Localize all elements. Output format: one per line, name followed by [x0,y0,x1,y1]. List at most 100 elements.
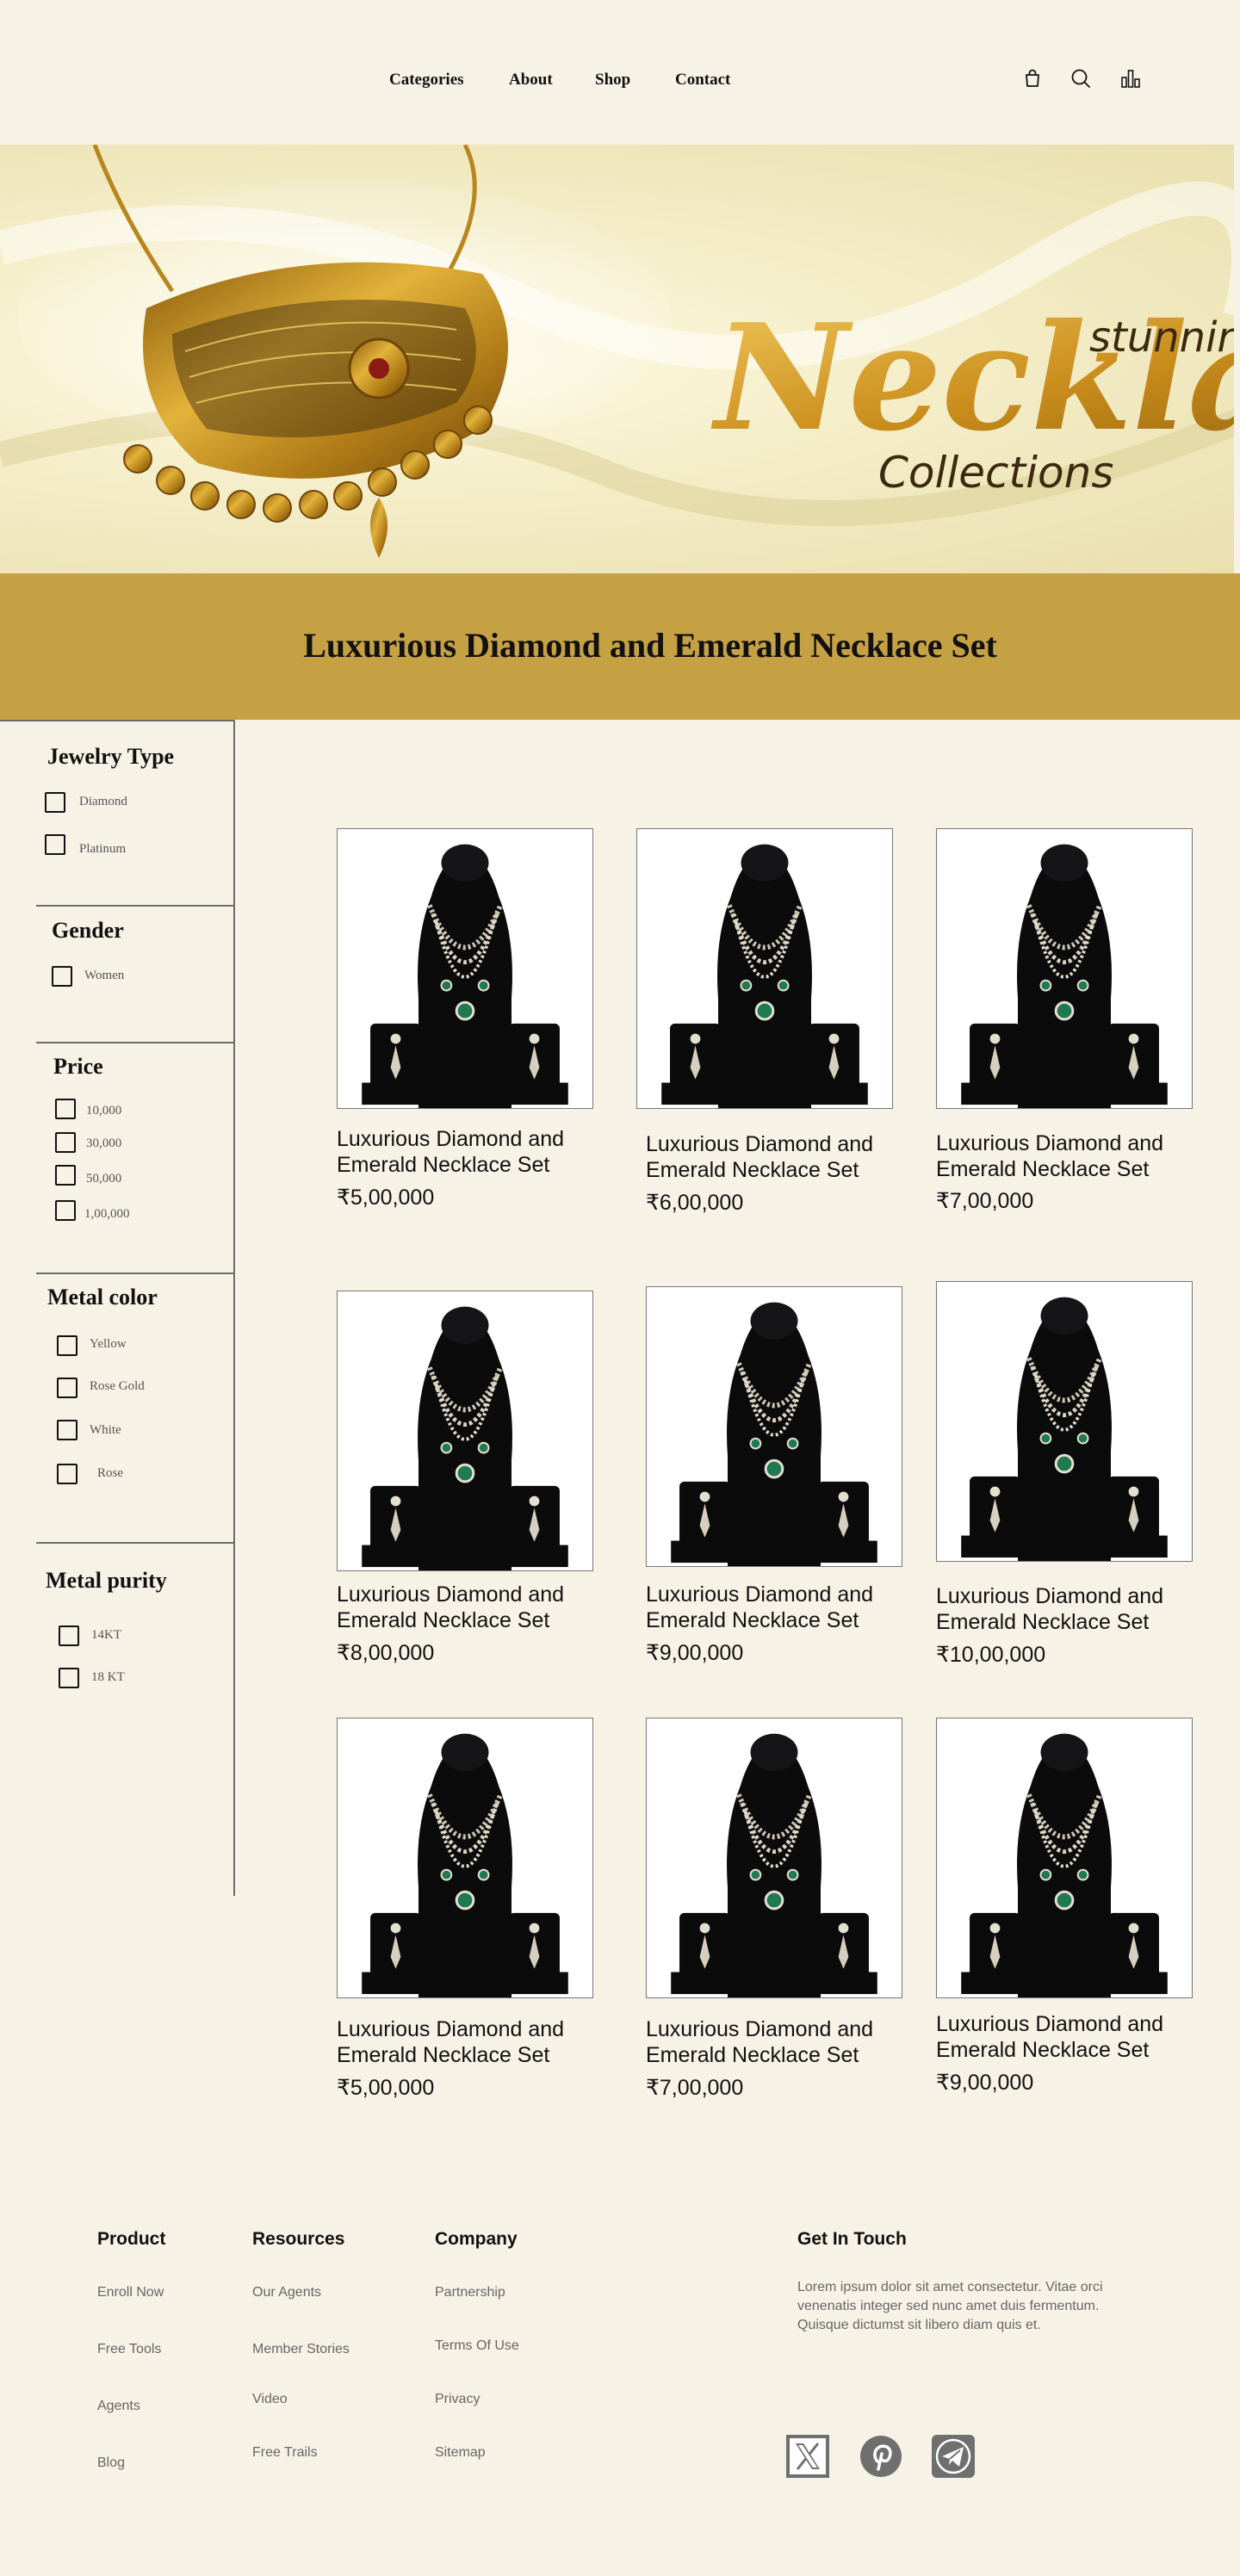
filter-label-diamond: Diamond [79,795,127,808]
filter-label-platinum: Platinum [79,842,127,856]
footer-heading-resources: Resources [252,2229,345,2249]
footer-link-free-tools[interactable]: Free Tools [97,2342,161,2357]
bar-chart-icon[interactable] [1119,67,1142,90]
nav-categories[interactable]: Categories [389,71,464,90]
footer-contact-text: Lorem ipsum dolor sit amet consectetur. … [797,2280,1103,2332]
product-image-1[interactable] [337,828,593,1109]
filter-divider [36,1042,233,1043]
footer-heading-product: Product [97,2229,166,2249]
checkbox-yellow[interactable] [57,1335,78,1356]
filter-title-metal-color: Metal color [47,1285,158,1310]
filter-sidebar: Jewelry Type Diamond Platinum Gender Wom… [0,720,235,1896]
filter-label-price-30000: 30,000 [86,1136,122,1150]
necklace-bust-image [338,1718,592,1997]
product-price-9: ₹9,00,000 [936,2071,1034,2095]
checkbox-price-30000[interactable] [55,1132,76,1153]
product-image-6[interactable] [936,1281,1193,1562]
checkbox-rose[interactable] [57,1464,78,1484]
filter-label-price-50000: 50,000 [86,1172,122,1186]
filter-divider [36,1542,233,1544]
necklace-bust-image [338,1291,592,1570]
necklace-bust-image [338,829,592,1108]
product-image-5[interactable] [646,1286,902,1567]
footer-link-sitemap[interactable]: Sitemap [435,2445,486,2461]
product-price-4: ₹8,00,000 [337,1641,435,1665]
product-name-9[interactable]: Luxurious Diamond and Emerald Necklace S… [936,2011,1212,2063]
footer-heading-get-in-touch: Get In Touch [797,2229,907,2249]
product-image-4[interactable] [337,1291,593,1571]
product-price-1: ₹5,00,000 [337,1186,435,1210]
shopping-bag-icon[interactable] [1021,67,1044,90]
product-name-2[interactable]: Luxurious Diamond and Emerald Necklace S… [646,1131,921,1183]
checkbox-price-100000[interactable] [55,1200,76,1221]
filter-label-women: Women [84,969,125,982]
footer-link-agents[interactable]: Agents [97,2399,140,2414]
product-name-1[interactable]: Luxurious Diamond and Emerald Necklace S… [337,1126,612,1178]
necklace-bust-image [647,1287,902,1566]
checkbox-rose-gold[interactable] [57,1378,78,1398]
nav-shop[interactable]: Shop [595,71,630,90]
product-price-5: ₹9,00,000 [646,1641,744,1665]
footer-heading-company: Company [435,2229,518,2249]
checkbox-white[interactable] [57,1420,78,1440]
hero-tagline-top: stunnin [1089,313,1240,362]
filter-label-price-100000: 1,00,000 [84,1207,130,1221]
checkbox-diamond[interactable] [45,792,65,813]
product-price-2: ₹6,00,000 [646,1191,744,1215]
x-icon[interactable] [786,2435,829,2478]
filter-label-price-10000: 10,000 [86,1104,122,1118]
nav-about[interactable]: About [509,71,553,90]
checkbox-18kt[interactable] [59,1668,79,1688]
title-banner: Luxurious Diamond and Emerald Necklace S… [0,573,1240,720]
filter-divider [36,905,233,907]
product-name-5[interactable]: Luxurious Diamond and Emerald Necklace S… [646,1582,921,1633]
filter-label-yellow: Yellow [90,1337,127,1351]
filter-title-gender: Gender [52,918,124,943]
product-price-7: ₹5,00,000 [337,2076,435,2100]
search-icon[interactable] [1070,67,1092,90]
hero-tagline-bottom: Collections [878,448,1113,498]
nav-contact[interactable]: Contact [675,71,730,90]
footer-link-blog[interactable]: Blog [97,2455,125,2471]
checkbox-price-10000[interactable] [55,1099,76,1119]
footer-link-member-stories[interactable]: Member Stories [252,2342,350,2357]
filter-label-rose-gold: Rose Gold [90,1379,145,1393]
product-name-7[interactable]: Luxurious Diamond and Emerald Necklace S… [337,2016,612,2068]
footer-link-free-trails[interactable]: Free Trails [252,2445,318,2461]
footer-link-privacy[interactable]: Privacy [435,2392,480,2407]
necklace-bust-image [647,1718,902,1997]
footer-link-terms-of-use[interactable]: Terms Of Use [435,2338,519,2354]
product-name-3[interactable]: Luxurious Diamond and Emerald Necklace S… [936,1130,1212,1182]
filter-label-white: White [90,1423,121,1437]
footer-link-enroll-now[interactable]: Enroll Now [97,2285,164,2300]
page-title: Luxurious Diamond and Emerald Necklace S… [303,626,997,665]
product-name-8[interactable]: Luxurious Diamond and Emerald Necklace S… [646,2016,921,2068]
footer-link-video[interactable]: Video [252,2392,288,2407]
checkbox-platinum[interactable] [45,834,65,855]
product-image-3[interactable] [936,828,1193,1109]
product-image-7[interactable] [337,1718,593,1998]
hero-necklace-image: Necklace stunnin Collections [0,145,1240,558]
filter-divider [36,1273,233,1274]
necklace-bust-image [937,829,1192,1108]
checkbox-women[interactable] [52,966,72,987]
filter-label-18kt: 18 KT [91,1670,125,1684]
footer-link-partnership[interactable]: Partnership [435,2285,505,2300]
checkbox-price-50000[interactable] [55,1165,76,1186]
product-image-8[interactable] [646,1718,902,1998]
product-name-6[interactable]: Luxurious Diamond and Emerald Necklace S… [936,1583,1212,1635]
footer-link-our-agents[interactable]: Our Agents [252,2285,321,2300]
product-image-9[interactable] [936,1718,1193,1998]
product-name-4[interactable]: Luxurious Diamond and Emerald Necklace S… [337,1582,612,1633]
product-image-2[interactable] [636,828,893,1109]
filter-label-rose: Rose [97,1466,123,1480]
necklace-bust-image [937,1718,1192,1997]
checkbox-14kt[interactable] [59,1625,79,1646]
filter-title-price: Price [53,1054,103,1079]
filter-label-14kt: 14KT [91,1628,121,1642]
telegram-icon[interactable] [932,2435,975,2478]
product-price-8: ₹7,00,000 [646,2076,744,2100]
pinterest-icon[interactable] [859,2435,902,2478]
product-price-6: ₹10,00,000 [936,1643,1046,1667]
filter-title-metal-purity: Metal purity [46,1568,167,1593]
